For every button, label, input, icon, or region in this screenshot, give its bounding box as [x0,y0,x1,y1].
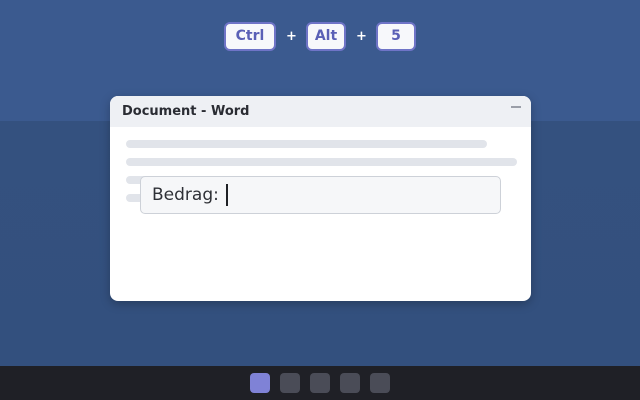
taskbar-item[interactable] [280,373,300,393]
key-ctrl: Ctrl [224,21,276,51]
taskbar-item-active[interactable] [250,373,270,393]
plus-separator: + [286,28,297,44]
document-window: Document - Word Bedrag: [110,96,531,301]
keyboard-shortcut-hint: Ctrl + Alt + 5 [0,21,640,51]
window-title: Document - Word [122,104,250,119]
minimize-icon[interactable] [511,105,521,108]
text-placeholder-line [126,140,487,148]
key-alt: Alt [306,21,346,51]
taskbar-item[interactable] [340,373,360,393]
taskbar-item[interactable] [370,373,390,393]
amount-input-label: Bedrag: [152,185,219,205]
plus-separator: + [356,28,367,44]
taskbar [0,366,640,400]
text-placeholder-line [126,158,517,166]
window-titlebar[interactable]: Document - Word [110,96,531,127]
amount-input[interactable]: Bedrag: [140,176,501,214]
taskbar-item[interactable] [310,373,330,393]
key-5: 5 [376,21,416,51]
text-cursor [225,184,228,206]
